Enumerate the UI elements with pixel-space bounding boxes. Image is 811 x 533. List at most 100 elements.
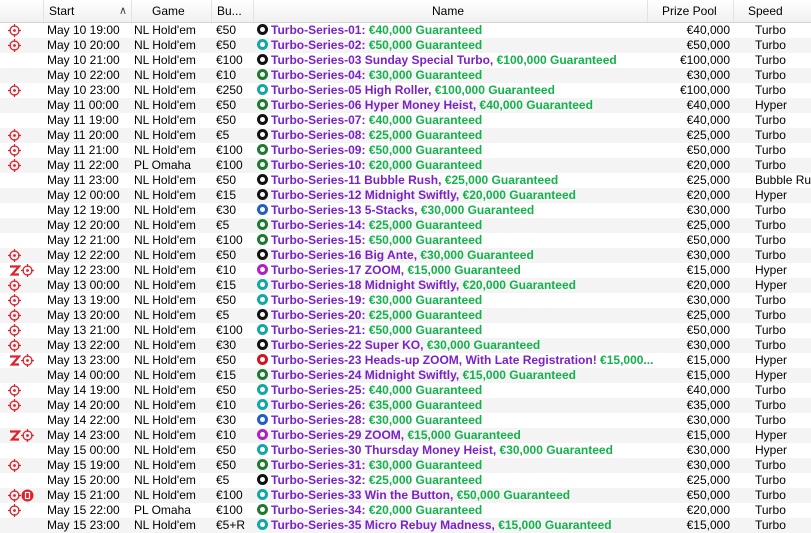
table-row[interactable]: May 14 22:00 NL Hold'em €30 Turbo-Series-28… <box>0 413 811 428</box>
guarantee-text: €25,000 Guaranteed <box>444 173 559 187</box>
table-row[interactable]: May 11 22:00 PL Omaha €100 Turbo-Series-10:… <box>0 158 811 173</box>
tournament-name: Turbo-Series-23 Heads-up ZOOM, With Late… <box>257 353 657 368</box>
target-icon <box>8 324 21 337</box>
start-time: May 15 19:00 <box>47 458 120 472</box>
tournament-title: Turbo-Series-10: <box>271 158 366 172</box>
table-row[interactable]: May 14 00:00 NL Hold'em €15 Turbo-Series-24… <box>0 368 811 383</box>
table-row[interactable]: May 13 22:00 NL Hold'em €30 Turbo-Series-22… <box>0 338 811 353</box>
start-time: May 12 23:00 <box>47 263 120 277</box>
table-row[interactable]: May 12 20:00 NL Hold'em €5 Turbo-Series-14:… <box>0 218 811 233</box>
table-row[interactable]: May 14 20:00 NL Hold'em €10 Turbo-Series-26… <box>0 398 811 413</box>
table-row[interactable]: May 13 20:00 NL Hold'em €5 Turbo-Series-20:… <box>0 308 811 323</box>
tournament-name: Turbo-Series-20: €25,000 Guaranteed <box>257 308 657 323</box>
guarantee-text: €40,000 Guaranteed <box>368 23 483 37</box>
table-row[interactable]: May 11 19:00 NL Hold'em €50 Turbo-Series-07… <box>0 113 811 128</box>
table-row[interactable]: May 12 00:00 NL Hold'em €15 Turbo-Series-12… <box>0 188 811 203</box>
table-row[interactable]: May 11 21:00 NL Hold'em €100 Turbo-Series-0… <box>0 143 811 158</box>
table-row[interactable]: May 15 21:00 NL Hold'em €100 Turbo-Series-3… <box>0 488 811 503</box>
guarantee-text: €30,000 Guaranteed <box>368 293 483 307</box>
prize-pool: €20,000 <box>686 278 730 292</box>
game-type: NL Hold'em <box>134 443 196 457</box>
table-row[interactable]: May 15 22:00 PL Omaha €100 Turbo-Series-34:… <box>0 503 811 518</box>
speed: Turbo <box>755 128 786 142</box>
target-icon <box>8 384 21 397</box>
table-row[interactable]: May 11 20:00 NL Hold'em €5 Turbo-Series-08:… <box>0 128 811 143</box>
target-icon <box>8 459 21 472</box>
tournament-title: Turbo-Series-23 Heads-up ZOOM, With Late… <box>271 353 597 367</box>
row-icons <box>0 203 44 218</box>
table-row[interactable]: May 11 23:00 NL Hold'em €50 Turbo-Series-11… <box>0 173 811 188</box>
table-row[interactable]: May 10 21:00 NL Hold'em €100 Turbo-Series-0… <box>0 53 811 68</box>
prize-pool: €25,000 <box>686 308 730 322</box>
game-type: NL Hold'em <box>134 128 196 142</box>
table-row[interactable]: May 12 19:00 NL Hold'em €30 Turbo-Series-13… <box>0 203 811 218</box>
table-row[interactable]: May 13 00:00 NL Hold'em €15 Turbo-Series-18… <box>0 278 811 293</box>
prize-pool: €25,000 <box>686 128 730 142</box>
start-time: May 15 00:00 <box>47 443 120 457</box>
table-row[interactable]: May 15 20:00 NL Hold'em €5 Turbo-Series-32:… <box>0 473 811 488</box>
speed-ball-icon <box>257 459 268 470</box>
game-type: NL Hold'em <box>134 188 196 202</box>
column-header-speed[interactable]: Speed <box>734 0 811 22</box>
target-icon <box>8 339 21 352</box>
tournament-name: Turbo-Series-31: €30,000 Guaranteed <box>257 458 657 473</box>
table-row[interactable]: May 15 23:00 NL Hold'em €5+R Turbo-Series-3… <box>0 518 811 533</box>
speed: Turbo <box>755 308 786 322</box>
target-icon <box>8 294 21 307</box>
prize-pool: €30,000 <box>686 293 730 307</box>
game-type: NL Hold'em <box>134 83 196 97</box>
table-row[interactable]: May 14 19:00 NL Hold'em €50 Turbo-Series-25… <box>0 383 811 398</box>
column-header-prize-pool[interactable]: Prize Pool <box>648 0 734 22</box>
tournament-title: Turbo-Series-16 Big Ante, <box>271 248 418 262</box>
tournament-title: Turbo-Series-03 Sunday Special Turbo, <box>271 53 494 67</box>
table-row[interactable]: May 12 21:00 NL Hold'em €100 Turbo-Series-1… <box>0 233 811 248</box>
speed: Hyper <box>755 353 788 367</box>
prize-pool: €30,000 <box>686 443 730 457</box>
table-row[interactable]: May 11 00:00 NL Hold'em €50 Turbo-Series-06… <box>0 98 811 113</box>
start-time: May 14 19:00 <box>47 383 120 397</box>
column-header-buyin[interactable]: Bu... <box>212 0 254 22</box>
column-header-icons[interactable] <box>0 0 44 22</box>
row-icons <box>0 143 44 158</box>
table-row[interactable]: May 10 19:00 NL Hold'em €50 Turbo-Series-01… <box>0 23 811 38</box>
column-header-name[interactable]: Name <box>254 0 648 22</box>
guarantee-text: €50,000 Guaranteed <box>368 233 483 247</box>
table-row[interactable]: May 13 19:00 NL Hold'em €50 Turbo-Series-19… <box>0 293 811 308</box>
prize-pool: €100,000 <box>679 53 730 67</box>
prize-pool: €30,000 <box>686 203 730 217</box>
target-icon <box>21 429 34 442</box>
game-type: NL Hold'em <box>134 338 196 352</box>
table-row[interactable]: May 10 20:00 NL Hold'em €50 Turbo-Series-02… <box>0 38 811 53</box>
target-icon <box>8 144 21 157</box>
table-row[interactable]: May 13 23:00 NL Hold'em €50 Turbo-Series-23… <box>0 353 811 368</box>
speed: Turbo <box>755 383 786 397</box>
row-icons <box>0 113 44 128</box>
table-row[interactable]: May 15 00:00 NL Hold'em €50 Turbo-Series-30… <box>0 443 811 458</box>
game-type: NL Hold'em <box>134 23 196 37</box>
tournament-name: Turbo-Series-30 Thursday Money Heist, €3… <box>257 443 657 458</box>
table-row[interactable]: May 15 19:00 NL Hold'em €50 Turbo-Series-31… <box>0 458 811 473</box>
target-icon <box>8 129 21 142</box>
speed-ball-icon <box>257 339 268 350</box>
prize-pool: €30,000 <box>686 413 730 427</box>
tournament-name: Turbo-Series-32: €25,000 Guaranteed <box>257 473 657 488</box>
table-row[interactable]: May 14 23:00 NL Hold'em €10 Turbo-Series-29… <box>0 428 811 443</box>
speed-ball-icon <box>257 114 268 125</box>
table-row[interactable]: May 12 22:00 NL Hold'em €50 Turbo-Series-16… <box>0 248 811 263</box>
row-icons <box>0 443 44 458</box>
speed: Turbo <box>755 233 786 247</box>
sort-ascending-icon[interactable]: ∧ <box>119 0 127 22</box>
speed: Hyper <box>755 98 788 112</box>
table-row[interactable]: May 12 23:00 NL Hold'em €10 Turbo-Series-17… <box>0 263 811 278</box>
table-row[interactable]: May 13 21:00 NL Hold'em €100 Turbo-Series-2… <box>0 323 811 338</box>
table-row[interactable]: May 10 23:00 NL Hold'em €250 Turbo-Series-0… <box>0 83 811 98</box>
tournament-name: Turbo-Series-34: €20,000 Guaranteed <box>257 503 657 518</box>
target-icon <box>8 279 21 292</box>
tournament-title: Turbo-Series-12 Midnight Swiftly, <box>271 188 460 202</box>
speed-ball-icon <box>257 84 268 95</box>
table-row[interactable]: May 10 22:00 NL Hold'em €10 Turbo-Series-04… <box>0 68 811 83</box>
column-header-game[interactable]: Game <box>132 0 212 22</box>
start-time: May 11 20:00 <box>47 128 119 142</box>
speed-ball-icon <box>257 444 268 455</box>
column-header-start[interactable]: Start ∧ <box>44 0 132 22</box>
